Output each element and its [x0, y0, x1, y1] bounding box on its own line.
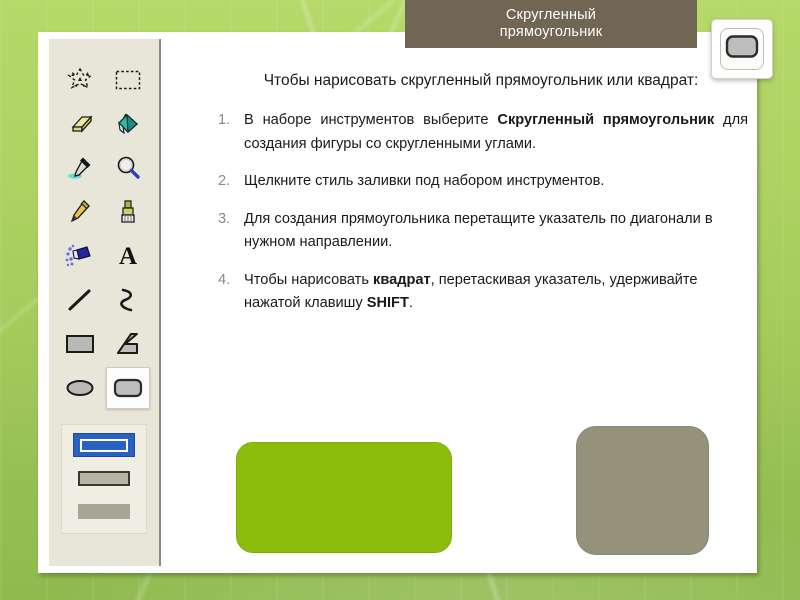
pencil-icon [68, 199, 92, 225]
line-tool[interactable] [58, 279, 102, 321]
rectangle-tool[interactable] [58, 323, 102, 365]
step-number: 2. [218, 173, 231, 189]
slide-title-line2: прямоугольник [499, 24, 603, 40]
paint-toolbox: A [49, 39, 161, 566]
eraser-icon [66, 113, 94, 135]
tool-grid: A [56, 58, 152, 410]
fill-style-solid-fill[interactable] [73, 499, 135, 523]
rounded-rectangle-icon [113, 377, 143, 399]
step-text-run: Чтобы нарисовать [244, 271, 374, 288]
slide-title: Скругленный прямоугольник [500, 7, 603, 41]
ellipse-tool[interactable] [58, 367, 102, 409]
eyedropper-icon [66, 155, 94, 181]
step-text: Для создания прямоугольника перетащите у… [244, 208, 748, 255]
slide-title-banner: Скругленный прямоугольник [405, 0, 697, 48]
brush-icon [117, 199, 139, 225]
step-text-run: Щелкните стиль заливки под набором инстр… [244, 173, 605, 189]
example-shapes-group [198, 410, 768, 560]
step-number: 1. [218, 112, 231, 128]
fill-style-selector [61, 424, 147, 534]
pencil-tool[interactable] [58, 191, 102, 233]
outline-with-fill-swatch [78, 470, 130, 486]
instruction-step: 2. Щелкните стиль заливки под набором инс… [218, 170, 748, 194]
instructions-block: Чтобы нарисовать скругленный прямоугольн… [218, 70, 748, 330]
tool-badge-frame [720, 28, 764, 70]
step-text: В наборе инструментов выберите Скругленн… [244, 109, 748, 156]
instruction-step-list: 1. В наборе инструментов выберите Скругле… [218, 109, 748, 316]
solid-fill-swatch [78, 503, 130, 519]
line-icon [67, 287, 93, 313]
curve-icon [117, 287, 139, 313]
rounded-rectangle-tool-icon [725, 34, 759, 64]
rounded-square-example [576, 426, 709, 555]
step-text-emphasis: квадрат [373, 271, 431, 288]
step-text: Чтобы нарисовать квадрат, перетаскивая у… [244, 269, 748, 316]
ellipse-icon [65, 378, 95, 398]
instructions-heading: Чтобы нарисовать скругленный прямоугольн… [263, 72, 699, 89]
rounded-rectangle-tool[interactable] [106, 367, 150, 409]
free-form-select-icon [67, 68, 93, 92]
pick-color-tool[interactable] [58, 147, 102, 189]
paint-bucket-icon [114, 112, 142, 136]
magnifier-tool[interactable] [106, 147, 150, 189]
brush-tool[interactable] [106, 191, 150, 233]
free-form-select-tool[interactable] [58, 59, 102, 101]
rounded-rectangle-tool-badge [711, 19, 773, 79]
instruction-step: 3. Для создания прямоугольника перетащите… [218, 208, 748, 255]
text-tool[interactable]: A [106, 235, 150, 277]
instruction-step: 4. Чтобы нарисовать квадрат, перетаскивая… [218, 269, 748, 316]
airbrush-tool[interactable] [58, 235, 102, 277]
step-text-run: Для создания прямоугольника перетащите у… [244, 210, 713, 251]
fill-with-color-tool[interactable] [106, 103, 150, 145]
rectangular-select-tool[interactable] [106, 59, 150, 101]
fill-style-outline-with-fill[interactable] [73, 466, 135, 490]
rectangle-icon [65, 333, 95, 355]
slide-title-line1: Скругленный [505, 7, 597, 23]
rounded-rectangle-example [236, 442, 452, 553]
step-text: Щелкните стиль заливки под набором инстр… [244, 170, 748, 194]
airbrush-icon [65, 244, 95, 268]
step-text-emphasis: SHIFT [366, 295, 409, 311]
instruction-step: 1. В наборе инструментов выберите Скругле… [218, 109, 748, 156]
magnifier-icon [115, 155, 141, 181]
rectangular-select-icon [115, 70, 141, 90]
step-number: 4. [218, 271, 231, 288]
content-panel: A Чтобы нарисовать скругленный прямоугол… [38, 32, 757, 573]
polygon-icon [114, 332, 142, 356]
polygon-tool[interactable] [106, 323, 150, 365]
fill-style-outline-only[interactable] [73, 433, 135, 457]
step-number: 3. [218, 210, 231, 227]
text-a-icon: A [118, 242, 138, 270]
curve-tool[interactable] [106, 279, 150, 321]
eraser-tool[interactable] [58, 103, 102, 145]
outline-only-swatch [80, 438, 128, 452]
step-text-emphasis: Скругленный прямоугольник [497, 112, 715, 128]
step-text-run: В наборе инструментов выберите [244, 112, 498, 128]
step-text-run: . [408, 295, 413, 311]
